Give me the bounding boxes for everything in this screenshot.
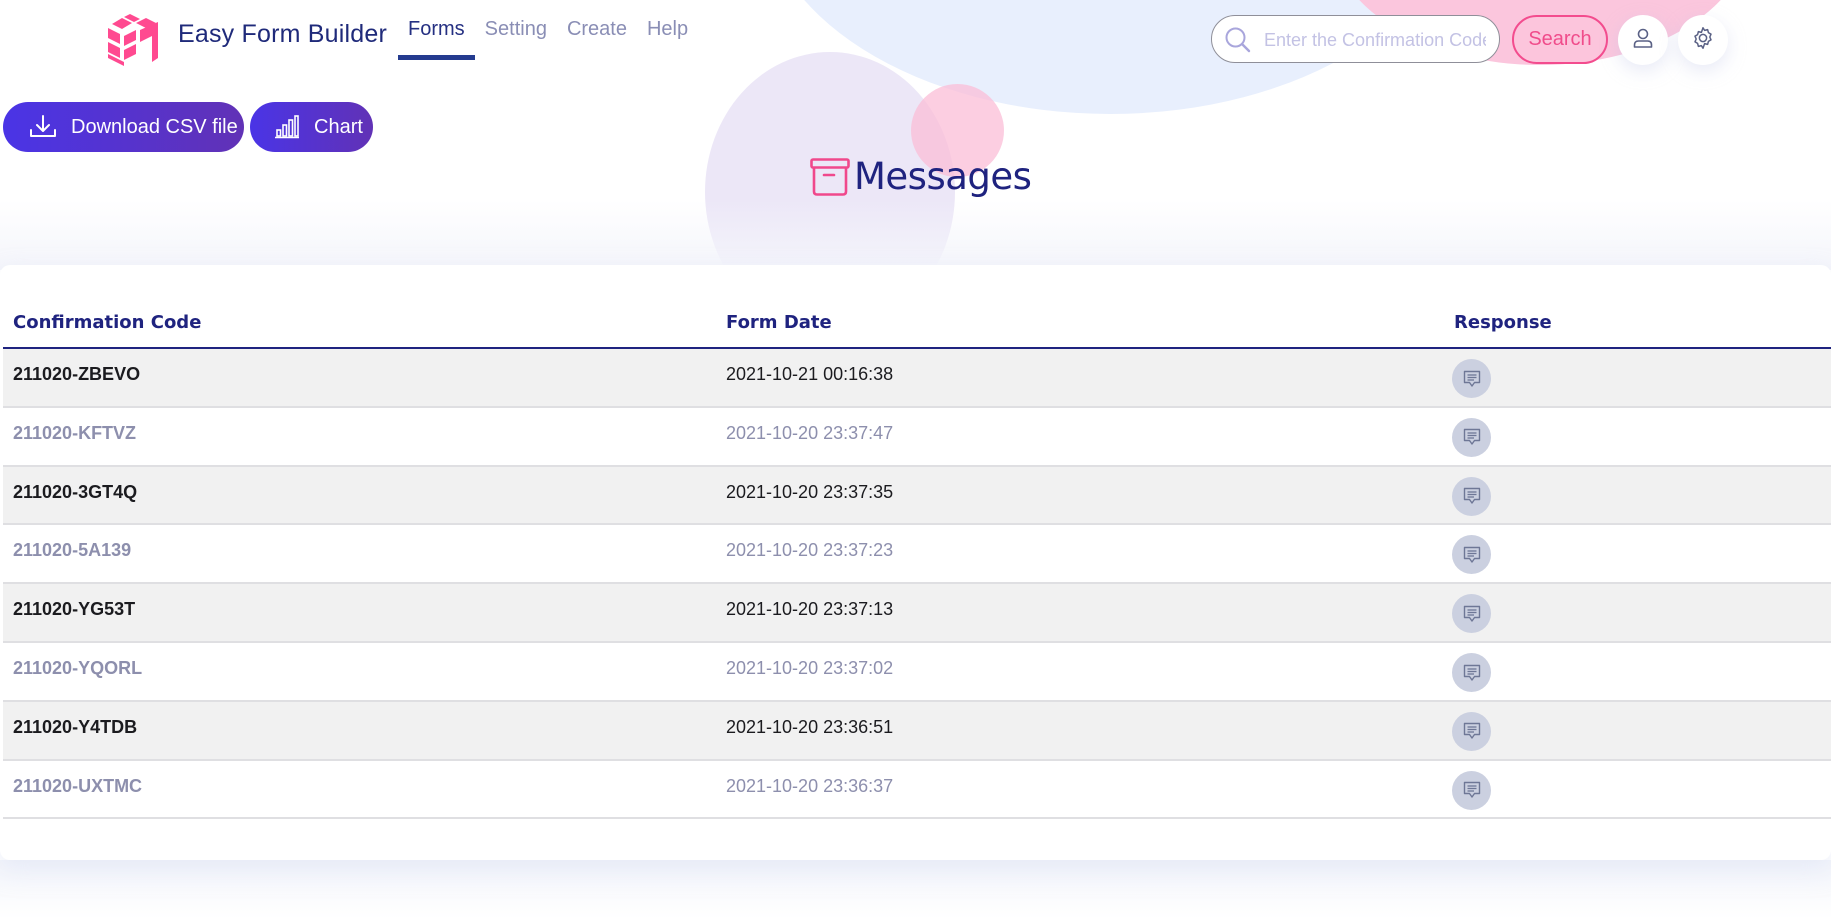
- nav-help[interactable]: Help: [637, 18, 698, 60]
- archive-box-icon: [810, 157, 850, 196]
- table-row[interactable]: 211020-Y4TDB 2021-10-20 23:36:51: [3, 701, 1831, 761]
- main-nav: Forms Setting Create Help: [398, 18, 698, 60]
- decor-fade: [0, 200, 1831, 270]
- confirmation-code-cell: 211020-KFTVZ: [13, 422, 137, 443]
- decor-fade-bottom: [0, 860, 1831, 919]
- nav-forms[interactable]: Forms: [398, 18, 475, 60]
- view-response-button[interactable]: [1452, 653, 1491, 692]
- form-date-cell: 2021-10-20 23:36:51: [726, 716, 894, 737]
- form-date-cell: 2021-10-20 23:37:23: [726, 540, 894, 561]
- chart-button[interactable]: Chart: [250, 102, 373, 152]
- message-icon: [1463, 487, 1480, 504]
- table-row[interactable]: 211020-5A139 2021-10-20 23:37:23: [3, 525, 1831, 585]
- chart-label: Chart: [314, 115, 363, 138]
- search-box: [1211, 15, 1500, 63]
- form-date-cell: 2021-10-20 23:36:37: [726, 775, 894, 796]
- message-icon: [1463, 781, 1480, 798]
- view-response-button[interactable]: [1452, 711, 1491, 751]
- column-header-response: Response: [1454, 312, 1552, 333]
- brand-logo-icon[interactable]: [106, 14, 160, 66]
- form-date-cell: 2021-10-21 00:16:38: [726, 364, 894, 384]
- table-row[interactable]: 211020-ZBEVO 2021-10-21 00:16:38: [3, 349, 1831, 408]
- page-title: Messages: [810, 155, 1032, 198]
- user-button[interactable]: [1618, 15, 1668, 65]
- column-header-confirmation-code[interactable]: Confirmation Code: [13, 312, 201, 333]
- messages-table-card: Confirmation Code Form Date Response 211…: [0, 265, 1831, 860]
- nav-setting[interactable]: Setting: [475, 18, 557, 60]
- brand-title: Easy Form Builder: [178, 20, 388, 48]
- table-row[interactable]: 211020-YG53T 2021-10-20 23:37:13: [3, 584, 1831, 643]
- search-button[interactable]: Search: [1512, 15, 1608, 64]
- page-title-text: Messages: [854, 155, 1032, 198]
- confirmation-code-cell: 211020-YQORL: [13, 658, 143, 678]
- confirmation-code-cell: 211020-Y4TDB: [13, 716, 138, 737]
- download-csv-button[interactable]: Download CSV file: [3, 102, 244, 152]
- view-response-button[interactable]: [1452, 417, 1491, 457]
- gear-icon: [1691, 26, 1715, 55]
- view-response-button[interactable]: [1452, 535, 1491, 575]
- message-icon: [1463, 723, 1480, 739]
- download-csv-label: Download CSV file: [71, 115, 238, 138]
- confirmation-code-cell: 211020-5A139: [13, 540, 132, 561]
- bar-chart-icon: [275, 115, 299, 139]
- form-date-cell: 2021-10-20 23:37:35: [726, 481, 894, 502]
- table-row[interactable]: 211020-UXTMC 2021-10-20 23:36:37: [3, 760, 1831, 820]
- confirmation-code-cell: 211020-UXTMC: [13, 775, 143, 796]
- table-header: Confirmation Code Form Date Response: [3, 265, 1831, 349]
- confirmation-code-input[interactable]: [1262, 24, 1488, 56]
- message-icon: [1463, 605, 1480, 622]
- table-row[interactable]: 211020-YQORL 2021-10-20 23:37:02: [3, 643, 1831, 702]
- message-icon: [1463, 370, 1480, 387]
- confirmation-code-cell: 211020-YG53T: [13, 599, 136, 620]
- column-header-form-date[interactable]: Form Date: [726, 312, 832, 333]
- view-response-button[interactable]: [1452, 594, 1491, 634]
- message-icon: [1463, 429, 1480, 445]
- form-date-cell: 2021-10-20 23:37:02: [726, 658, 894, 678]
- view-response-button[interactable]: [1452, 359, 1491, 398]
- form-date-cell: 2021-10-20 23:37:13: [726, 599, 894, 620]
- table-row[interactable]: 211020-KFTVZ 2021-10-20 23:37:47: [3, 407, 1831, 467]
- download-icon: [30, 115, 56, 137]
- settings-button[interactable]: [1678, 15, 1728, 65]
- nav-create[interactable]: Create: [557, 18, 637, 60]
- view-response-button[interactable]: [1452, 770, 1491, 810]
- user-icon: [1632, 27, 1654, 54]
- form-date-cell: 2021-10-20 23:37:47: [726, 422, 894, 443]
- confirmation-code-cell: 211020-3GT4Q: [13, 481, 138, 502]
- table-row[interactable]: 211020-3GT4Q 2021-10-20 23:37:35: [3, 466, 1831, 526]
- message-icon: [1463, 546, 1480, 563]
- message-icon: [1463, 664, 1480, 681]
- search-icon: [1224, 26, 1252, 54]
- confirmation-code-cell: 211020-ZBEVO: [13, 364, 141, 384]
- view-response-button[interactable]: [1452, 476, 1491, 516]
